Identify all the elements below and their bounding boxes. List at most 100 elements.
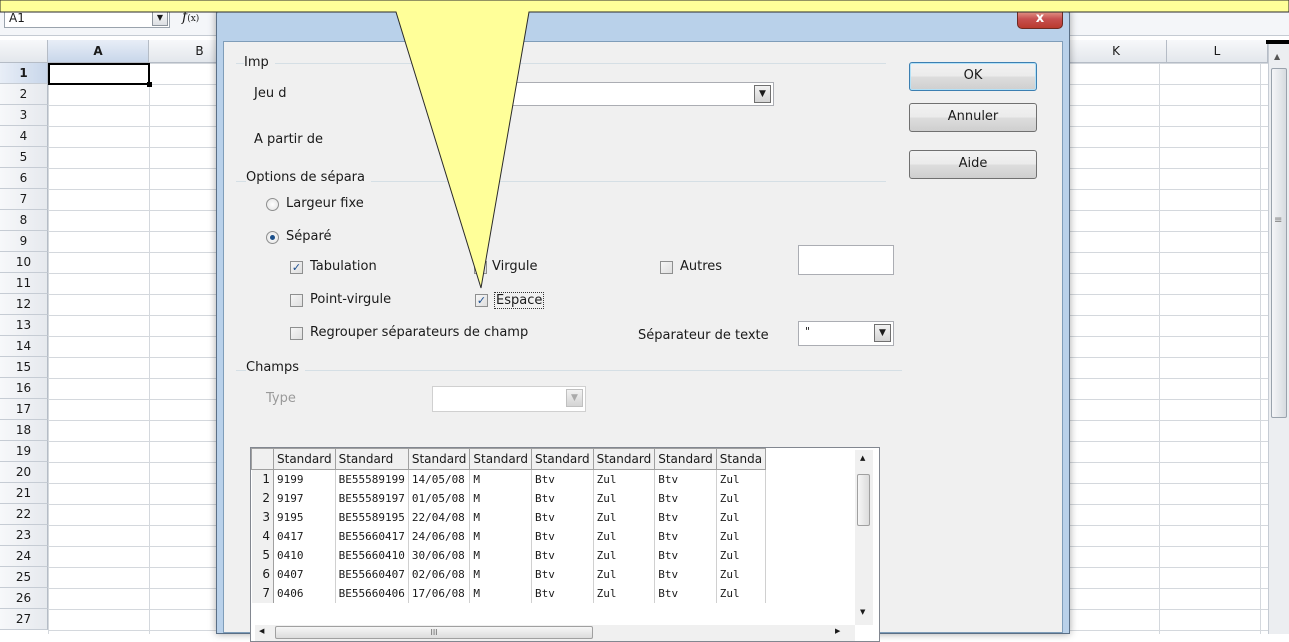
table-cell: Zul xyxy=(593,469,656,489)
row-header[interactable]: 17 xyxy=(0,399,48,420)
row-header[interactable]: 19 xyxy=(0,441,48,462)
separated-radio[interactable] xyxy=(266,231,279,244)
preview-corner xyxy=(251,448,274,470)
function-wizard-icon[interactable]: f(x) xyxy=(182,9,199,25)
row-header[interactable]: 15 xyxy=(0,357,48,378)
cancel-button[interactable]: Annuler xyxy=(909,103,1037,132)
merge-checkbox[interactable] xyxy=(290,327,303,340)
row-header[interactable]: 22 xyxy=(0,504,48,525)
column-type-select[interactable]: ▼ xyxy=(432,386,586,412)
chevron-down-icon[interactable]: ▼ xyxy=(874,324,891,342)
close-button[interactable]: x xyxy=(1017,9,1063,29)
active-cell-a1[interactable] xyxy=(48,63,152,87)
preview-column-header[interactable]: Standard xyxy=(273,448,336,470)
scroll-down-icon[interactable]: ▼ xyxy=(860,608,865,616)
row-header[interactable]: 7 xyxy=(0,189,48,210)
tab-checkbox[interactable]: ✓ xyxy=(290,261,303,274)
row-header[interactable]: 25 xyxy=(0,567,48,588)
charset-select[interactable]: ▼ xyxy=(454,82,774,106)
row-header[interactable]: 10 xyxy=(0,252,48,273)
row-header[interactable]: 1 xyxy=(0,63,48,84)
name-box[interactable]: A1 ▼ xyxy=(4,8,170,28)
row-header[interactable]: 27 xyxy=(0,609,48,630)
preview-column-header[interactable]: Standard xyxy=(469,448,533,470)
row-header[interactable]: 23 xyxy=(0,525,48,546)
merge-label[interactable]: Regrouper séparateurs de champ xyxy=(310,325,528,340)
table-cell: M xyxy=(469,526,533,546)
column-header-a[interactable]: A xyxy=(48,40,149,63)
space-checkbox[interactable]: ✓ xyxy=(475,294,488,307)
preview-column-header[interactable]: Standard xyxy=(654,448,717,470)
row-header[interactable]: 8 xyxy=(0,210,48,231)
row-number: 7 xyxy=(251,583,274,603)
preview-horizontal-scrollbar[interactable]: ◀ III ▶ xyxy=(255,625,855,641)
preview-column-header[interactable]: Standa xyxy=(715,448,767,470)
split-handle[interactable] xyxy=(1266,40,1289,44)
import-group-label: Imp xyxy=(244,55,275,70)
table-cell: BE55589195 xyxy=(335,507,409,527)
tab-label[interactable]: Tabulation xyxy=(310,259,377,274)
row-header[interactable]: 26 xyxy=(0,588,48,609)
chevron-down-icon[interactable]: ▼ xyxy=(152,10,168,26)
corner-select-all[interactable] xyxy=(0,40,48,63)
row-header[interactable]: 20 xyxy=(0,462,48,483)
row-number: 4 xyxy=(251,526,274,546)
row-header[interactable]: 11 xyxy=(0,273,48,294)
table-row: 2 9197 BE55589197 01/05/08 M Btv Zul Btv Zul xyxy=(251,488,767,508)
separated-label[interactable]: Séparé xyxy=(286,229,332,244)
preview-column-header[interactable]: Standard xyxy=(334,448,409,470)
table-cell: M xyxy=(469,564,533,584)
text-separator-select[interactable]: " ▼ xyxy=(798,321,894,346)
semicolon-label[interactable]: Point-virgule xyxy=(310,292,391,307)
table-cell: 0407 xyxy=(273,564,336,584)
preview-scroll-thumb[interactable] xyxy=(857,474,870,526)
preview-column-header[interactable]: Standard xyxy=(407,448,471,470)
row-header[interactable]: 4 xyxy=(0,126,48,147)
other-checkbox[interactable] xyxy=(660,261,673,274)
row-header[interactable]: 21 xyxy=(0,483,48,504)
row-header[interactable]: 2 xyxy=(0,84,48,105)
table-cell: Btv xyxy=(531,488,594,508)
row-header[interactable]: 13 xyxy=(0,315,48,336)
chevron-down-icon[interactable]: ▼ xyxy=(754,85,771,103)
table-cell: Btv xyxy=(531,526,594,546)
preview-header-row: Standard Standard Standard Standard Standard… xyxy=(251,448,767,470)
preview-column-header[interactable]: Standard xyxy=(592,448,656,470)
comma-checkbox[interactable] xyxy=(474,261,487,274)
row-header[interactable]: 14 xyxy=(0,336,48,357)
preview-table[interactable]: Standard Standard Standard Standard Standard… xyxy=(250,447,880,642)
other-separator-input[interactable] xyxy=(798,245,894,275)
fixed-width-radio[interactable] xyxy=(266,198,279,211)
preview-grid: Standard Standard Standard Standard Standard… xyxy=(251,448,767,603)
dialog-titlebar[interactable] xyxy=(227,13,1009,37)
preview-vertical-scrollbar[interactable]: ▲ ▼ xyxy=(855,450,873,625)
row-number: 6 xyxy=(251,564,274,584)
other-label[interactable]: Autres xyxy=(680,259,722,274)
space-label[interactable]: Espace xyxy=(494,292,545,309)
column-header-k[interactable]: K xyxy=(1066,40,1167,63)
scroll-thumb[interactable] xyxy=(1271,68,1287,418)
fixed-width-label[interactable]: Largeur fixe xyxy=(286,196,364,211)
scroll-up-icon[interactable]: ▲ xyxy=(860,454,865,462)
row-header[interactable]: 16 xyxy=(0,378,48,399)
row-header[interactable]: 18 xyxy=(0,420,48,441)
row-header[interactable]: 5 xyxy=(0,147,48,168)
column-header-l[interactable]: L xyxy=(1167,40,1268,63)
row-header[interactable]: 3 xyxy=(0,105,48,126)
vertical-scrollbar[interactable]: ▲ ≡ xyxy=(1268,40,1289,634)
ok-button[interactable]: OK xyxy=(909,62,1037,91)
help-button[interactable]: Aide xyxy=(909,150,1037,179)
row-header[interactable]: 24 xyxy=(0,546,48,567)
comma-label[interactable]: Virgule xyxy=(492,259,537,274)
semicolon-checkbox[interactable] xyxy=(290,294,303,307)
preview-column-header[interactable]: Standard xyxy=(531,448,594,470)
text-separator-value: " xyxy=(805,325,811,338)
table-cell: 01/05/08 xyxy=(408,488,471,508)
scroll-up-icon[interactable]: ▲ xyxy=(1274,52,1280,61)
chevron-down-icon: ▼ xyxy=(566,389,583,407)
preview-hscroll-thumb[interactable]: III xyxy=(275,626,593,639)
table-cell: 24/06/08 xyxy=(408,526,471,546)
row-header[interactable]: 9 xyxy=(0,231,48,252)
row-header[interactable]: 12 xyxy=(0,294,48,315)
row-header[interactable]: 6 xyxy=(0,168,48,189)
